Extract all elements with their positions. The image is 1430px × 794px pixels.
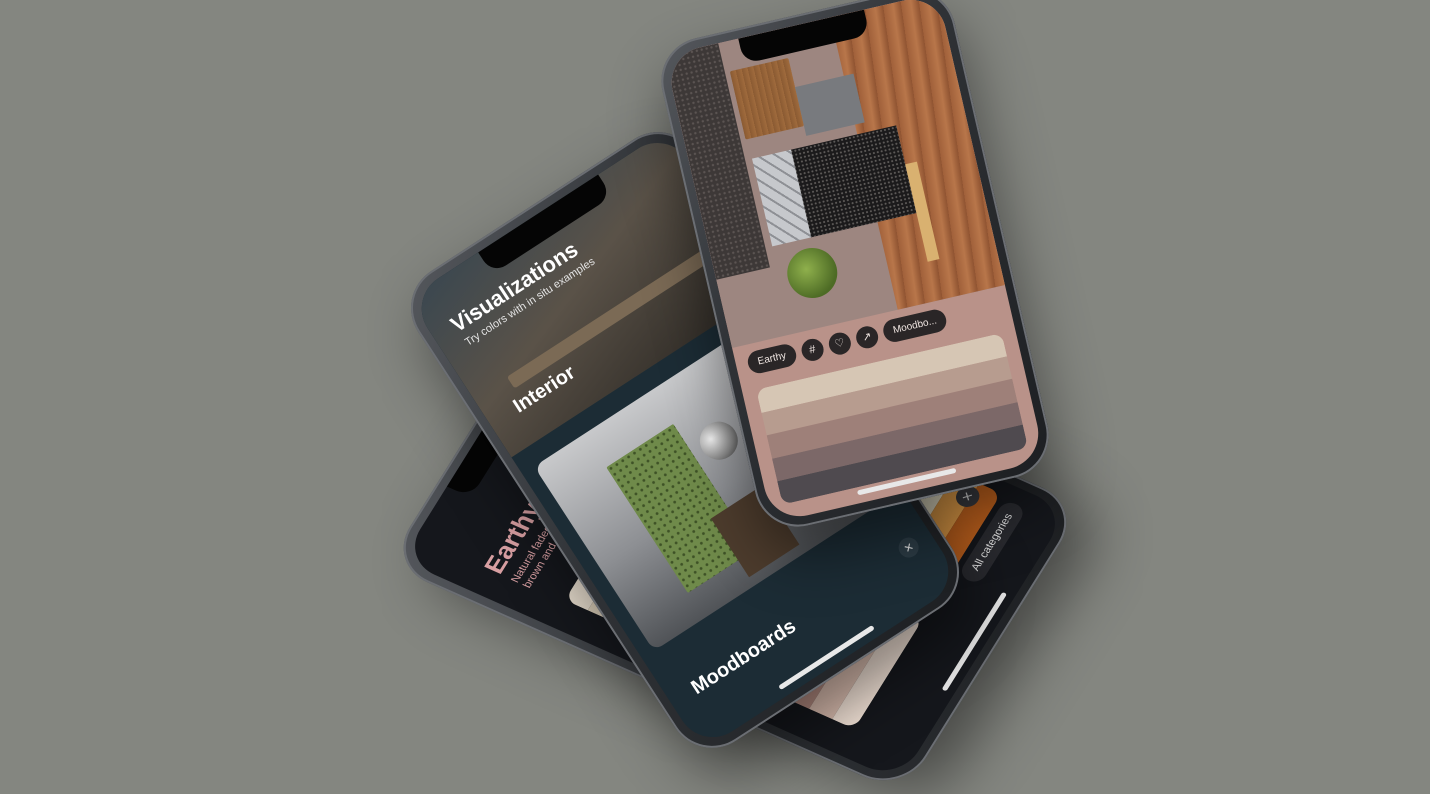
moodboard-image xyxy=(692,414,746,467)
hash-icon[interactable]: # xyxy=(799,336,826,363)
moodboard-image xyxy=(664,0,1005,348)
category-chip[interactable]: Earthy xyxy=(745,342,799,376)
share-icon[interactable]: ↗ xyxy=(853,323,881,351)
tile-sample xyxy=(729,57,805,140)
stone-sample xyxy=(795,73,865,136)
mockup-scene: Earthy Natural faded color schemes with … xyxy=(0,0,1430,794)
moodboards-chip[interactable]: Moodbo... xyxy=(880,307,949,345)
close-icon[interactable]: ✕ xyxy=(894,533,923,562)
home-indicator xyxy=(941,591,1008,692)
plant-image xyxy=(782,243,843,303)
heart-icon[interactable]: ♡ xyxy=(826,329,853,357)
